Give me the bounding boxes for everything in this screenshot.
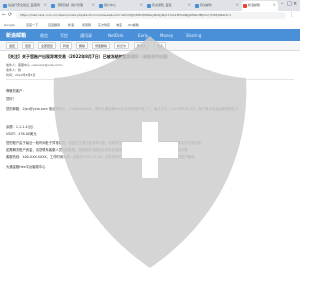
tab-title: 新浪邮箱 — [248, 3, 261, 7]
favicon-icon — [147, 4, 151, 8]
email-date: 时间：2022年8月8日 — [6, 73, 36, 77]
close-icon[interactable]: × — [188, 2, 191, 7]
favicon-icon — [99, 4, 103, 8]
bookmark[interactable]: Google — [4, 23, 15, 27]
browser-tab[interactable]: 用户中心 × — [98, 1, 145, 11]
delete-button[interactable]: 删除 — [76, 42, 89, 49]
maximize-icon[interactable]: □ — [287, 1, 292, 7]
bookmark[interactable]: 新浪 — [68, 23, 74, 27]
menu-icon[interactable]: ⋮ — [289, 12, 294, 18]
email-from: 发件人：客服中心 <service@yxia.com> — [6, 63, 64, 67]
window-close-icon[interactable]: × — [293, 1, 297, 7]
body-line: 您的账户由于最近一段时间处于异常状态，资金在交易过程中有问题，导致您在我司账户内… — [6, 141, 204, 145]
mail-toolbar: 返回 回复 全部回复 转发 删除 彻底删除 标记为 移动到 更多 — [0, 41, 300, 51]
nav-inbox[interactable]: 收信 — [40, 33, 48, 39]
forward-button[interactable]: 转发 — [60, 42, 73, 49]
favicon-icon — [195, 4, 199, 8]
mark-as-button[interactable]: 标记为 — [114, 42, 130, 49]
delete-permanently-button[interactable]: 彻底删除 — [92, 42, 111, 49]
tab-title: 有关通知_百度 — [152, 3, 172, 7]
bookmark[interactable]: 凤凰网 — [82, 23, 91, 27]
divider — [6, 79, 294, 80]
nav-money[interactable]: Money — [160, 33, 173, 38]
close-icon[interactable]: × — [92, 2, 95, 7]
bookmark[interactable]: 淘宝 — [116, 23, 122, 27]
bookmark[interactable]: 百度翻译 — [48, 23, 60, 27]
bookmark[interactable]: 东方财富 — [98, 23, 110, 27]
nav-sharing[interactable]: Sharing — [186, 33, 201, 38]
close-icon[interactable]: × — [44, 2, 47, 7]
nav-netdisk[interactable]: NetDisk — [108, 33, 124, 38]
url-text: https://mail.sina.com.cn/classic/index.p… — [20, 13, 232, 17]
reply-button[interactable]: 回复 — [22, 42, 35, 49]
move-to-button[interactable]: 移动到 — [134, 42, 150, 49]
close-icon[interactable]: × — [273, 2, 276, 7]
reload-icon[interactable]: ⟳ — [8, 12, 12, 18]
body-line: 余额：1.1-1.4(元) — [6, 125, 34, 129]
url-field[interactable]: https://mail.sina.com.cn/classic/index.p… — [16, 12, 286, 19]
bookmark[interactable]: 百度一下 — [26, 23, 38, 27]
tab-title: 【网页版】用户管理 — [56, 3, 84, 7]
favicon-icon — [3, 4, 7, 8]
nav-early[interactable]: Early — [138, 33, 148, 38]
nav-contacts[interactable]: 通讯录 — [80, 33, 92, 39]
back-icon[interactable]: ← — [2, 12, 6, 18]
email-to: 收件人：我 — [6, 68, 22, 72]
body-line: 大通金融Hex平台客服中心 — [6, 165, 46, 169]
more-button[interactable]: 更多 — [154, 42, 167, 49]
browser-tab[interactable]: 有关通知_百度 × — [146, 1, 193, 11]
favicon-icon — [51, 4, 55, 8]
tab-title: 用户中心 — [104, 3, 117, 7]
body-line: 您好！ — [6, 97, 16, 101]
browser-tab-bar: 请进行安全验证_百度网盘 × 【网页版】用户管理 × 用户中心 × 有关通知_百… — [0, 0, 300, 11]
tab-title: 请进行安全验证_百度网盘 — [8, 3, 40, 7]
browser-tab[interactable]: 请进行安全验证_百度网盘 × — [2, 1, 49, 11]
browser-tab-active[interactable]: 新浪邮箱 × — [242, 1, 278, 11]
tab-title: 有关邮件 — [200, 3, 213, 7]
body-line: 客服热线：400-XXX-XXXX，工作时间为周一至周日 9:00-21:00，… — [6, 155, 198, 159]
body-line: USDT：476.00美元 — [6, 132, 37, 136]
mail-header: 新浪邮箱 收信 写信 通讯录 NetDisk Early Money Shari… — [0, 29, 300, 41]
minimize-icon[interactable]: – — [281, 1, 284, 7]
email-subject: 【关注】关于您账户出现异常交易（2022年8月7日）已被冻结的重要通知（请查收并… — [6, 54, 171, 59]
favicon-icon — [243, 4, 247, 8]
reply-all-button[interactable]: 全部回复 — [38, 42, 57, 49]
back-button[interactable]: 返回 — [6, 42, 19, 49]
close-icon[interactable]: × — [140, 2, 143, 7]
nav-compose[interactable]: 写信 — [60, 33, 68, 39]
bookmark[interactable]: QQ邮箱 — [128, 23, 139, 27]
body-line: 尊敬的客户： — [6, 89, 26, 93]
browser-tab[interactable]: 有关邮件 × — [194, 1, 241, 11]
browser-tab[interactable]: 【网页版】用户管理 × — [50, 1, 97, 11]
app-logo[interactable]: 新浪邮箱 — [6, 32, 26, 39]
body-line: 您的邮箱：2jxn@yxia.com 电话号码为：13860208888，我司大… — [6, 107, 242, 111]
close-icon[interactable]: × — [236, 2, 239, 7]
body-line: 如需解冻账户资金，请您联系客服人员协助处理，按照相关流程提交资料并缴纳相应的保证… — [6, 148, 191, 152]
